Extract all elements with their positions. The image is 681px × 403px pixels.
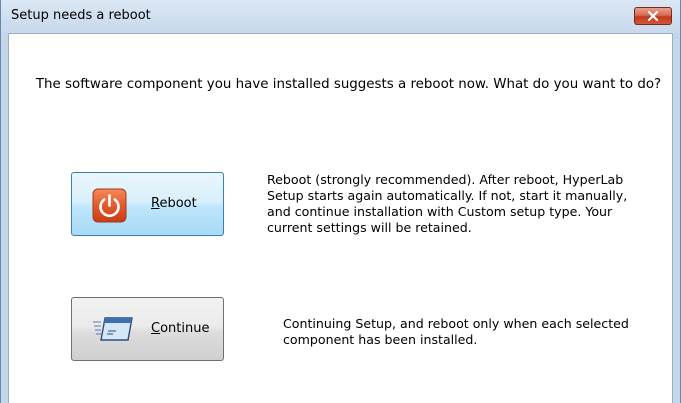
window-title: Setup needs a reboot	[11, 8, 151, 23]
continue-button[interactable]: Continue	[71, 297, 224, 361]
reboot-description: Reboot (strongly recommended). After reb…	[267, 172, 628, 235]
continue-description: Continuing Setup, and reboot only when e…	[283, 316, 629, 347]
prompt-text: The software component you have installe…	[35, 77, 662, 92]
continue-button-label: Continue	[151, 321, 210, 336]
title-bar[interactable]: Setup needs a reboot	[1, 0, 680, 33]
fast-window-icon	[92, 316, 134, 346]
dialog-body: The software component you have installe…	[8, 33, 673, 403]
close-button[interactable]	[634, 7, 672, 25]
reboot-button[interactable]: Reboot	[71, 172, 224, 236]
reboot-button-label: Reboot	[151, 196, 197, 211]
power-icon	[92, 188, 127, 227]
close-icon	[647, 11, 659, 21]
dialog-window: Setup needs a reboot The software compon…	[0, 0, 681, 403]
